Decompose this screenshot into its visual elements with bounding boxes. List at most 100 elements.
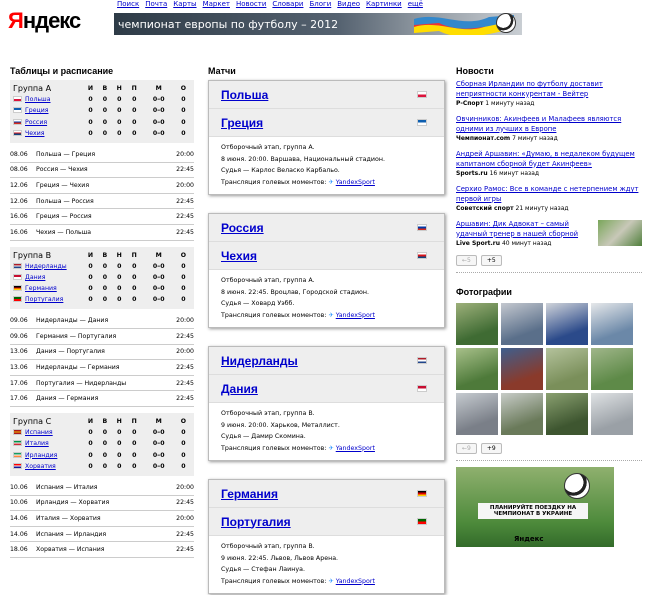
- stat-cell: 0: [88, 429, 93, 437]
- photos-next-button[interactable]: +9: [480, 443, 502, 454]
- match-team-link[interactable]: Чехия: [221, 249, 257, 263]
- stat-cell: 0: [132, 107, 137, 115]
- match-when: 8 июня. 22:45. Вроцлав, Городской стадио…: [221, 288, 370, 296]
- stat-cell: 0: [181, 129, 186, 137]
- photo-thumbnail[interactable]: [456, 348, 498, 390]
- schedule-row: 14.06 Италия — Хорватия 20:00: [10, 511, 194, 527]
- schedule-time: 22:45: [176, 364, 194, 372]
- nav-link[interactable]: Почта: [145, 0, 167, 8]
- stat-cell: 0: [132, 129, 137, 137]
- news-link[interactable]: Овчинников: Акинфеев и Малафеев являются…: [456, 115, 642, 134]
- match-card: Россия Чехия Отборочный этап, группа А. 8 и…: [208, 213, 445, 328]
- team-link[interactable]: Испания: [25, 429, 53, 436]
- twitter-bird-icon: ✈: [326, 577, 336, 585]
- photo-thumbnail[interactable]: [546, 348, 588, 390]
- nav-link[interactable]: Поиск: [117, 0, 139, 8]
- photos-prev-button[interactable]: ←9: [456, 443, 477, 454]
- photo-thumbnail[interactable]: [456, 393, 498, 435]
- top-nav: Поиск Почта Карты Маркет Новости Словари Блоги…: [117, 0, 429, 8]
- stat-cell: 0: [102, 429, 108, 437]
- stream-link[interactable]: YandexSport: [336, 312, 375, 319]
- stream-link[interactable]: YandexSport: [336, 179, 375, 186]
- team-flag-icon: [13, 273, 22, 280]
- team-link[interactable]: Дания: [25, 274, 45, 281]
- stat-cell: 0: [102, 273, 108, 281]
- nav-link[interactable]: Видео: [337, 0, 360, 8]
- photo-thumbnail[interactable]: [546, 303, 588, 345]
- news-link[interactable]: Аршавин: Дик Адвокат – самый удачный тре…: [456, 220, 594, 239]
- schedule-time: 22:45: [176, 213, 194, 221]
- photo-thumbnail[interactable]: [546, 393, 588, 435]
- team-link[interactable]: Нидерланды: [25, 263, 67, 270]
- match-stream: Трансляция голевых моментов: ✈ YandexSpo…: [221, 443, 432, 455]
- team-link[interactable]: Греция: [25, 107, 48, 114]
- match-info: Отборочный этап, группа А. 8 июня. 22:45.…: [209, 270, 444, 327]
- nav-link[interactable]: Новости: [236, 0, 266, 8]
- photo-thumbnail[interactable]: [501, 348, 543, 390]
- team-link[interactable]: Германия: [25, 285, 57, 292]
- yandex-logo[interactable]: Яндекс: [8, 8, 81, 34]
- schedule-time: 22:45: [176, 530, 194, 538]
- stat-header: М: [155, 251, 162, 259]
- nav-link[interactable]: Блоги: [309, 0, 331, 8]
- news-link[interactable]: Серхио Рамос: Все в команде с нетерпение…: [456, 185, 642, 204]
- match-team-link[interactable]: Нидерланды: [221, 354, 298, 368]
- match-team-link[interactable]: Португалия: [221, 515, 291, 529]
- team-link[interactable]: Польша: [25, 96, 51, 103]
- photo-thumbnail[interactable]: [501, 303, 543, 345]
- schedule-match: Италия — Хорватия: [36, 514, 101, 522]
- match-team-link[interactable]: Россия: [221, 221, 264, 235]
- team-link[interactable]: Хорватия: [25, 463, 56, 470]
- ad-text: ПЛАНИРУЙТЕ ПОЕЗДКУ НА ЧЕМПИОНАТ В УКРАИН…: [478, 503, 588, 519]
- news-prev-button[interactable]: ←5: [456, 255, 477, 266]
- nav-link[interactable]: Карты: [173, 0, 196, 8]
- nav-link[interactable]: ещё: [408, 0, 423, 8]
- schedule-row: 13.06 Нидерланды — Германия 22:45: [10, 360, 194, 376]
- stat-cell: 0: [117, 262, 122, 270]
- nav-link[interactable]: Маркет: [203, 0, 230, 8]
- team-link[interactable]: Португалия: [25, 296, 63, 303]
- team-row: Германия 0 0 0 0 0–0 0: [13, 283, 191, 294]
- schedule-time: 20:00: [176, 181, 194, 189]
- ad-banner[interactable]: ПЛАНИРУЙТЕ ПОЕЗДКУ НА ЧЕМПИОНАТ В УКРАИН…: [456, 467, 614, 547]
- stat-cell: 0–0: [152, 129, 165, 137]
- match-card: Германия Португалия Отборочный этап, групп…: [208, 479, 445, 594]
- photo-thumbnail[interactable]: [591, 393, 633, 435]
- photo-grid: [456, 303, 642, 435]
- match-team-link[interactable]: Греция: [221, 116, 263, 130]
- nav-link[interactable]: Картинки: [366, 0, 402, 8]
- nav-link[interactable]: Словари: [272, 0, 303, 8]
- photo-thumbnail[interactable]: [501, 393, 543, 435]
- team-link[interactable]: Россия: [25, 119, 47, 126]
- match-flag-icon: [417, 224, 427, 231]
- news-source-name: Live Sport.ru: [456, 240, 501, 247]
- stat-cell: 0: [88, 285, 93, 293]
- stream-link[interactable]: YandexSport: [336, 445, 375, 452]
- photo-thumbnail[interactable]: [456, 303, 498, 345]
- schedule-row: 12.06 Греция — Чехия 20:00: [10, 178, 194, 194]
- news-source: Р-Спорт 1 минуту назад: [456, 99, 642, 108]
- team-link[interactable]: Чехия: [25, 130, 44, 137]
- news-thumbnail[interactable]: [598, 220, 642, 246]
- schedule-row: 08.06 Польша — Греция 20:00: [10, 147, 194, 163]
- stream-label: Трансляция голевых моментов:: [221, 178, 327, 186]
- schedule-match: Чехия — Польша: [36, 228, 92, 236]
- stat-cell: 0–0: [152, 296, 165, 304]
- match-team-row: Чехия: [209, 242, 444, 270]
- stream-link[interactable]: YandexSport: [336, 578, 375, 585]
- match-flag-icon: [417, 357, 427, 364]
- news-next-button[interactable]: +5: [480, 255, 502, 266]
- team-link[interactable]: Ирландия: [25, 452, 57, 459]
- news-link[interactable]: Сборная Ирландии по футболу доставит неп…: [456, 80, 642, 99]
- match-team-link[interactable]: Дания: [221, 382, 258, 396]
- schedule-row: 12.06 Польша — Россия 22:45: [10, 194, 194, 210]
- photo-thumbnail[interactable]: [591, 348, 633, 390]
- team-link[interactable]: Италия: [25, 440, 49, 447]
- stat-cell: 0: [181, 429, 186, 437]
- match-stage: Отборочный этап, группа В.: [221, 543, 315, 550]
- match-team-link[interactable]: Германия: [221, 487, 278, 501]
- news-link[interactable]: Андрей Аршавин: «Думаю, в недалеком буду…: [456, 150, 642, 169]
- team-flag-icon: [13, 96, 22, 103]
- photo-thumbnail[interactable]: [591, 303, 633, 345]
- match-team-link[interactable]: Польша: [221, 88, 268, 102]
